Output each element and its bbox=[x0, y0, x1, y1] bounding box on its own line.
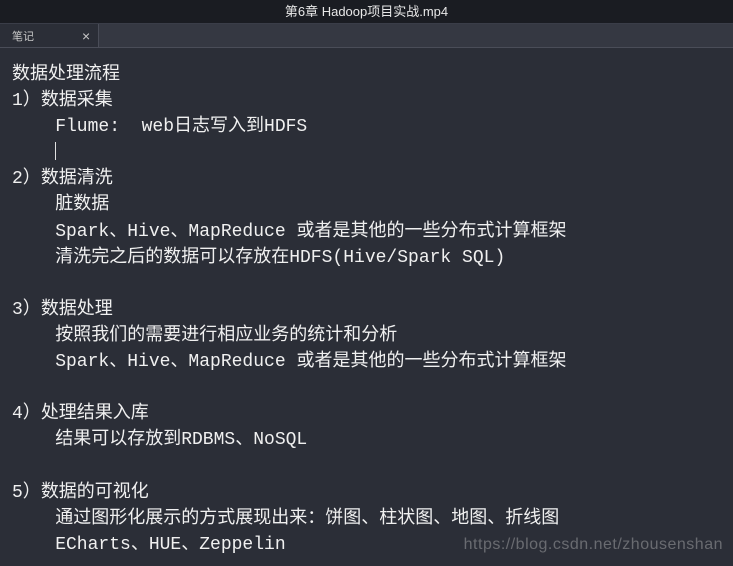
section-title: 数据的可视化 bbox=[41, 483, 149, 503]
note-line: 按照我们的需要进行相应业务的统计和分析 bbox=[12, 326, 397, 346]
note-line: 脏数据 bbox=[12, 195, 109, 215]
section-title: 数据清洗 bbox=[41, 169, 113, 189]
close-icon[interactable]: × bbox=[82, 29, 90, 43]
section-num: 5） bbox=[12, 483, 41, 503]
section-num: 3） bbox=[12, 300, 41, 320]
note-line: 通过图形化展示的方式展现出来：饼图、柱状图、地图、折线图 bbox=[12, 509, 559, 529]
section-title: 数据处理 bbox=[41, 300, 113, 320]
text-cursor bbox=[55, 142, 56, 160]
section-num: 4） bbox=[12, 404, 41, 424]
note-line: 清洗完之后的数据可以存放在HDFS(Hive/Spark SQL) bbox=[12, 248, 505, 268]
window-title-bar: 第6章 Hadoop项目实战.mp4 bbox=[0, 0, 733, 24]
tab-label: 笔记 bbox=[12, 28, 34, 44]
tab-bar: 笔记 × bbox=[0, 24, 733, 48]
tab-notes[interactable]: 笔记 × bbox=[0, 24, 99, 47]
note-line: Spark、Hive、MapReduce 或者是其他的一些分布式计算框架 bbox=[12, 352, 566, 372]
note-line: Spark、Hive、MapReduce 或者是其他的一些分布式计算框架 bbox=[12, 222, 566, 242]
note-line: 结果可以存放到RDBMS、NoSQL bbox=[12, 430, 307, 450]
watermark: https://blog.csdn.net/zhousenshan bbox=[464, 536, 723, 554]
section-title: 数据采集 bbox=[41, 91, 113, 111]
window-title: 第6章 Hadoop项目实战.mp4 bbox=[285, 4, 448, 19]
note-line: Flume: web日志写入到HDFS bbox=[12, 117, 307, 137]
note-editor[interactable]: 数据处理流程 1）数据采集 Flume: web日志写入到HDFS 2）数据清洗… bbox=[0, 48, 733, 566]
note-line: ECharts、HUE、Zeppelin bbox=[12, 535, 286, 555]
section-num: 1） bbox=[12, 91, 41, 111]
section-num: 2） bbox=[12, 169, 41, 189]
heading: 数据处理流程 bbox=[12, 65, 120, 85]
section-title: 处理结果入库 bbox=[41, 404, 149, 424]
